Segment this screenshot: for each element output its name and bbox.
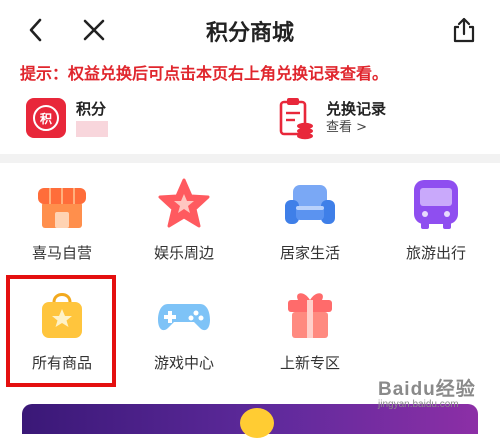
exchange-records-card[interactable]: 兑换记录 查看 > — [276, 96, 386, 140]
category-label: 喜马自营 — [31, 244, 92, 262]
gift-box-icon — [288, 293, 332, 338]
exchange-records-link[interactable]: 查看 > — [326, 119, 386, 137]
points-badge-icon: 积 — [26, 98, 66, 138]
category-label: 游戏中心 — [153, 354, 214, 372]
tip-text: 提示：权益兑换后可点击本页右上角兑换记录查看。 — [20, 64, 389, 83]
storefront-icon — [38, 188, 86, 228]
watermark-url: jingyan.baidu.com — [378, 399, 459, 410]
share-icon — [453, 17, 475, 43]
gamepad-icon — [158, 304, 210, 331]
star-icon — [158, 178, 210, 228]
page-title: 积分商城 — [205, 21, 294, 46]
category-game-center[interactable]: 游戏中心 — [132, 286, 236, 392]
nav-bar: 积分商城 — [0, 0, 500, 60]
category-travel[interactable]: 旅游出行 — [384, 176, 488, 282]
points-value-redacted — [76, 121, 108, 137]
clipboard-coins-icon — [279, 98, 313, 140]
category-label: 娱乐周边 — [153, 244, 214, 262]
highlight-box — [6, 275, 116, 387]
section-divider — [0, 154, 500, 163]
banner-decoration — [240, 408, 274, 438]
baidu-watermark: Baidu经验 jingyan.baidu.com — [378, 374, 498, 424]
category-entertainment[interactable]: 娱乐周边 — [132, 176, 236, 282]
category-new-arrivals[interactable]: 上新专区 — [258, 286, 362, 392]
category-home-living[interactable]: 居家生活 — [258, 176, 362, 282]
category-label: 上新专区 — [279, 354, 340, 372]
category-label: 居家生活 — [279, 244, 340, 262]
points-card[interactable]: 积 积分 — [26, 96, 108, 140]
bus-icon — [414, 180, 458, 229]
share-button[interactable] — [448, 14, 480, 46]
points-label: 积分 — [76, 100, 107, 118]
watermark-logo: Baidu经验 — [378, 379, 476, 400]
sofa-icon — [285, 185, 335, 224]
exchange-records-label: 兑换记录 — [326, 100, 387, 118]
points-badge-text: 积 — [33, 105, 59, 131]
category-label: 旅游出行 — [405, 244, 466, 262]
summary-row: 积 积分 兑换记录 查看 > — [0, 90, 500, 146]
category-ximalaya-self[interactable]: 喜马自营 — [10, 176, 114, 282]
